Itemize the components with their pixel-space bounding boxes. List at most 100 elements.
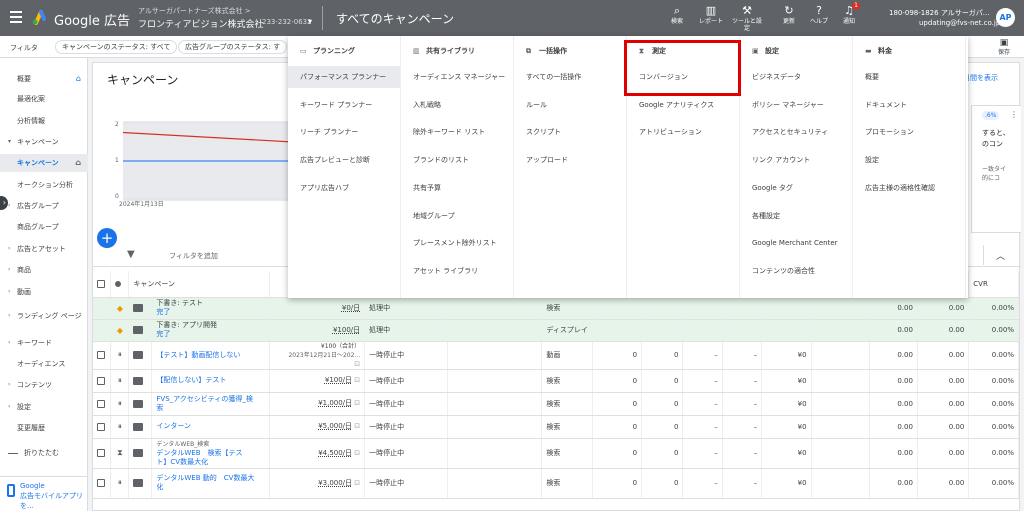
- menu-item[interactable]: ポリシー マネージャー: [740, 94, 852, 116]
- tools-settings-button[interactable]: ⚒ ツールと設定: [730, 4, 764, 32]
- campaign-name-link[interactable]: デンタルWEB 検索【テス: [156, 449, 242, 457]
- row-checkbox[interactable]: [97, 422, 105, 431]
- menu-item[interactable]: ルール: [514, 94, 626, 116]
- menu-item[interactable]: 入札戦略: [401, 94, 513, 116]
- row-checkbox[interactable]: [97, 351, 105, 359]
- cvr-column-header[interactable]: CVR: [968, 271, 1019, 298]
- select-all-checkbox-cell[interactable]: [93, 271, 112, 298]
- chart-icon[interactable]: ⊡: [354, 422, 360, 430]
- table-row[interactable]: ⧗ デンタルWEB_検索 デンタルWEB 検索【テス ト】CV数最大化 ¥4,500/日…: [93, 438, 1019, 469]
- sidebar-item-ad-groups[interactable]: › 広告グループ: [0, 197, 88, 215]
- sidebar-item-change-history[interactable]: 変更履歴: [0, 419, 88, 437]
- menu-item[interactable]: パフォーマンス プランナー: [288, 66, 400, 88]
- budget-value[interactable]: ¥100（合計）: [274, 342, 360, 351]
- budget-value[interactable]: ¥100/日: [333, 326, 360, 334]
- menu-item[interactable]: リーチ プランナー: [288, 121, 400, 143]
- menu-item[interactable]: すべての一括操作: [514, 66, 626, 88]
- manager-account-name[interactable]: アルサーガパートナーズ株式会社 >: [138, 6, 251, 16]
- menu-item[interactable]: Google Merchant Center: [740, 232, 852, 254]
- sidebar-group-campaigns[interactable]: ▾ キャンペーン: [0, 133, 88, 151]
- sidebar-item-campaigns[interactable]: キャンペーン ⌂: [0, 154, 88, 172]
- menu-item[interactable]: 設定: [853, 149, 965, 171]
- search-tool-button[interactable]: ⌕ 検索: [660, 4, 694, 25]
- checkbox[interactable]: [97, 279, 105, 288]
- budget-value[interactable]: ¥4,500/日: [318, 449, 352, 457]
- chart-icon[interactable]: ⊡: [354, 360, 360, 368]
- sidebar-item-product-groups[interactable]: 商品グループ: [0, 218, 88, 236]
- campaign-name-link[interactable]: FVS_アクセシビティの獲得_検: [156, 395, 253, 403]
- refresh-button[interactable]: ↻ 更新: [772, 4, 806, 25]
- budget-value[interactable]: ¥100/日: [325, 376, 352, 384]
- avatar[interactable]: AP: [996, 8, 1015, 27]
- notifications-button[interactable]: ♫ 通知 1: [832, 2, 866, 25]
- sidebar-item-keywords[interactable]: › キーワード: [0, 334, 88, 352]
- menu-item[interactable]: 除外キーワード リスト: [401, 121, 513, 143]
- help-button[interactable]: ? ヘルプ: [802, 4, 836, 25]
- table-row[interactable]: ⏸ 【テスト】動画配信しない ¥100（合計） 2023年12月21日〜202... …: [93, 341, 1019, 370]
- chart-icon[interactable]: ⊡: [354, 399, 360, 407]
- page-breadcrumb[interactable]: すべてのキャンペーン: [336, 10, 454, 27]
- show-days-link[interactable]: 日間を表示: [963, 73, 998, 83]
- menu-item[interactable]: アセット ライブラリ: [401, 260, 513, 282]
- adgroup-status-filter-chip[interactable]: 広告グループのステータス: す: [178, 40, 288, 54]
- sidebar-item-landing-pages[interactable]: › ランディング ページ: [0, 307, 88, 325]
- save-button[interactable]: ▣ 保存: [992, 38, 1016, 56]
- chart-icon[interactable]: ⊡: [354, 449, 360, 457]
- sidebar-collapse-button[interactable]: 折りたたむ: [8, 448, 59, 458]
- budget-value[interactable]: ¥1,000/日: [318, 399, 352, 407]
- sidebar-item-audiences[interactable]: オーディエンス: [0, 355, 88, 373]
- sidebar-item-auction-insights[interactable]: オークション分析: [0, 176, 88, 194]
- row-checkbox[interactable]: [97, 399, 105, 408]
- menu-item[interactable]: 各種設定: [740, 205, 852, 227]
- campaign-status-filter-chip[interactable]: キャンペーンのステータス: すべて: [55, 40, 178, 54]
- chevron-up-icon[interactable]: ︿: [996, 249, 1005, 262]
- more-vert-icon[interactable]: ⋮: [1010, 110, 1018, 119]
- campaign-name-link-cont[interactable]: 索: [156, 404, 265, 413]
- account-name[interactable]: フロンティアビジョン株式会社: [138, 17, 263, 30]
- mobile-app-promo[interactable]: Google 広告モバイルアプリを...: [0, 476, 88, 511]
- menu-item[interactable]: リンク アカウント: [740, 149, 852, 171]
- menu-item[interactable]: 地域グループ: [401, 205, 513, 227]
- menu-item[interactable]: プレースメント除外リスト: [401, 232, 513, 254]
- menu-item[interactable]: ビジネスデータ: [740, 66, 852, 88]
- menu-item[interactable]: アトリビューション: [627, 121, 739, 143]
- paused-status-icon[interactable]: ⏸: [118, 350, 122, 359]
- campaign-name-link[interactable]: 【配信しない】テスト: [156, 376, 226, 384]
- campaign-name-link[interactable]: 【テスト】動画配信しない: [156, 351, 240, 359]
- menu-item[interactable]: オーディエンス マネージャー: [401, 66, 513, 88]
- reports-tool-button[interactable]: ▥ レポート: [694, 4, 728, 25]
- campaign-name-link-cont[interactable]: ト】CV数最大化: [156, 458, 265, 467]
- sidebar-item-content[interactable]: › コンテンツ: [0, 376, 88, 394]
- draft-status-link[interactable]: 完了: [156, 330, 265, 339]
- draft-status-link[interactable]: 完了: [156, 308, 265, 317]
- paused-status-icon[interactable]: ⏸: [118, 478, 122, 487]
- menu-item[interactable]: 広告プレビューと診断: [288, 149, 400, 171]
- menu-item[interactable]: Google タグ: [740, 177, 852, 199]
- campaign-name-link[interactable]: インターン: [156, 422, 191, 430]
- budget-value[interactable]: ¥0/日: [342, 304, 360, 312]
- menu-icon[interactable]: [10, 11, 22, 23]
- sidebar-item-ads-assets[interactable]: › 広告とアセット: [0, 240, 88, 258]
- add-filter-button[interactable]: フィルタを追加: [169, 251, 218, 261]
- menu-item[interactable]: Google アナリティクス: [627, 94, 739, 116]
- campaign-name-link[interactable]: デンタルWEB 動的 CV数最大: [156, 474, 254, 482]
- table-row[interactable]: ⏸ デンタルWEB 動的 CV数最大化 ¥3,000/日 ⊡ 一時停止中 検索 0 0– – ¥…: [93, 468, 1019, 499]
- menu-item[interactable]: アップロード: [514, 149, 626, 171]
- row-checkbox[interactable]: [97, 479, 105, 487]
- menu-item[interactable]: ブランドのリスト: [401, 149, 513, 171]
- menu-item[interactable]: プロモーション: [853, 121, 965, 143]
- menu-item[interactable]: スクリプト: [514, 121, 626, 143]
- sidebar-item-settings[interactable]: › 設定: [0, 398, 88, 416]
- sidebar-item-videos[interactable]: › 動画: [0, 283, 88, 301]
- table-row[interactable]: ◆ 下書き: アプリ開発 完了 ¥100/日 処理中 ディスプレイ 0.00 0.00 0.00…: [93, 319, 1019, 342]
- sidebar-item-products[interactable]: › 商品: [0, 261, 88, 279]
- row-checkbox[interactable]: [97, 449, 105, 457]
- budget-value[interactable]: ¥5,000/日: [318, 422, 352, 430]
- menu-item[interactable]: アクセスとセキュリティ: [740, 121, 852, 143]
- menu-item[interactable]: 広告主様の適格性確認: [853, 177, 965, 199]
- menu-item[interactable]: キーワード プランナー: [288, 94, 400, 116]
- campaign-name[interactable]: 下書き: アプリ開発: [156, 321, 217, 329]
- budget-value[interactable]: ¥3,000/日: [318, 479, 352, 487]
- menu-item[interactable]: ドキュメント: [853, 94, 965, 116]
- table-row[interactable]: ◆ 下書き: テスト 完了 ¥0/日 処理中 検索 0.00 0.00 0.00%: [93, 297, 1019, 320]
